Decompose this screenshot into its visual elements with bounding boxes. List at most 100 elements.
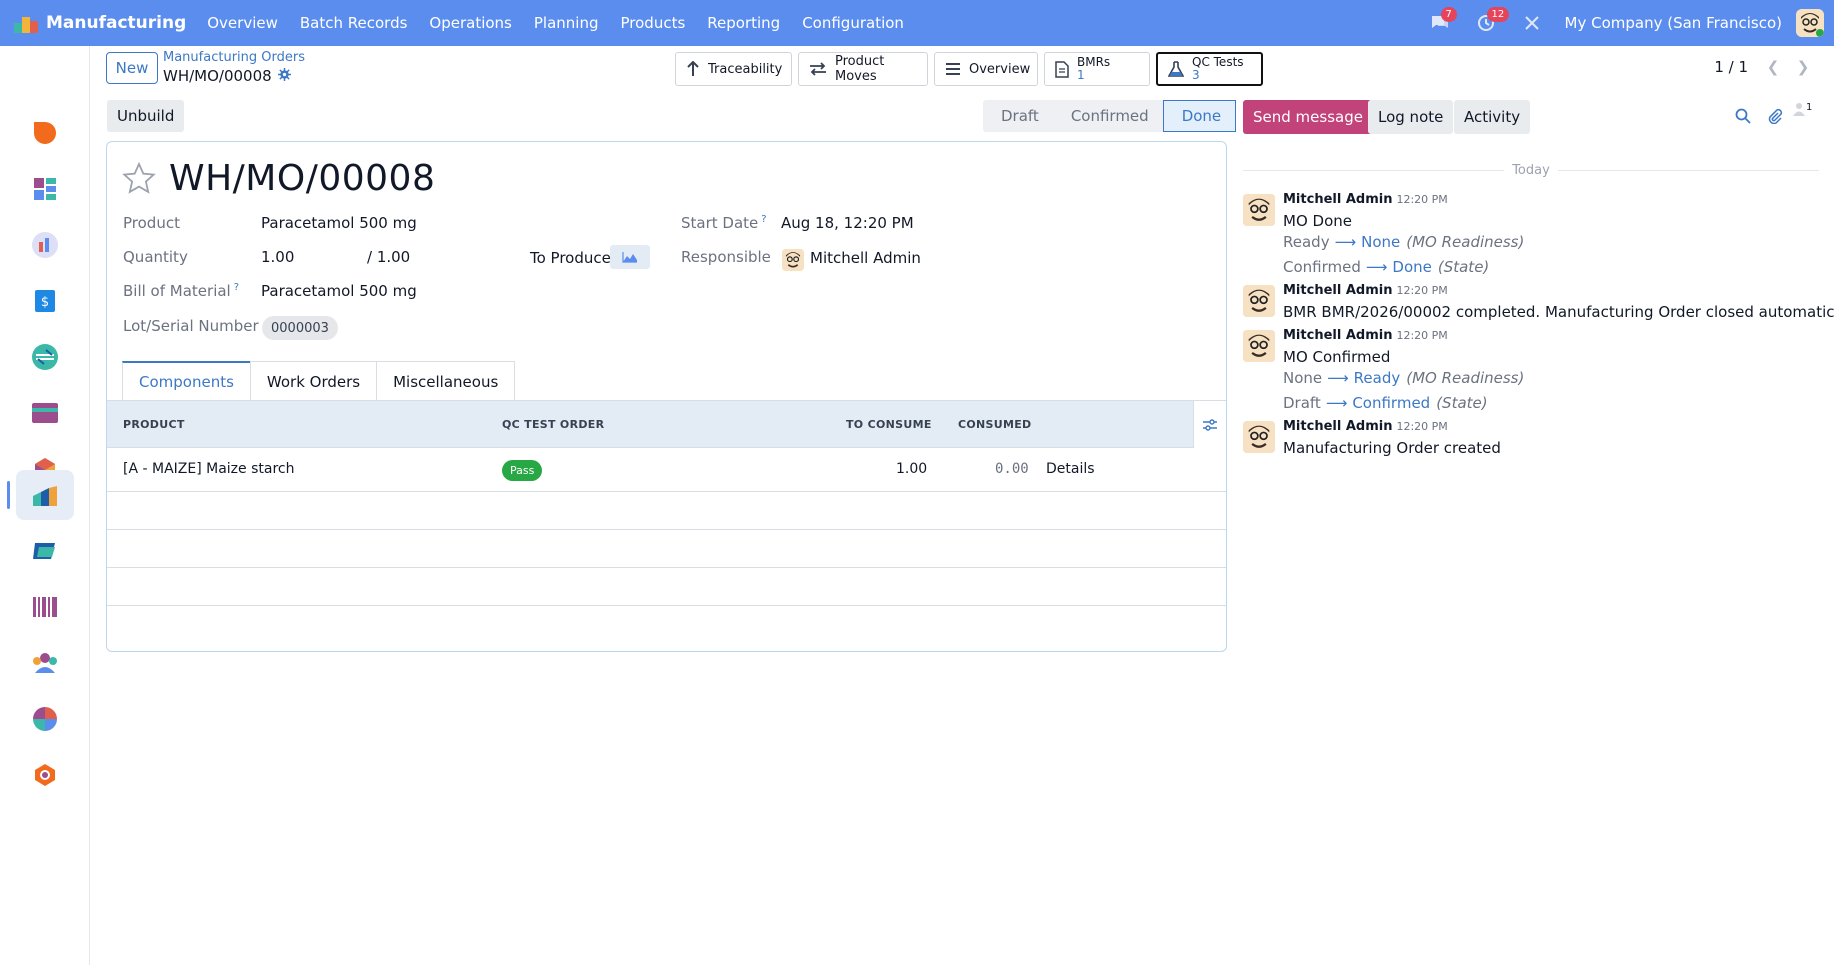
send-message-button[interactable]: Send message — [1243, 100, 1373, 134]
active-app-indicator — [7, 481, 10, 509]
status-confirmed[interactable]: Confirmed — [1052, 100, 1163, 132]
lot-badge[interactable]: 0000003 — [262, 316, 338, 340]
breadcrumb-manufacturing-orders[interactable]: Manufacturing Orders — [163, 50, 305, 65]
start-date-help-icon[interactable]: ? — [761, 214, 766, 225]
new-button[interactable]: New — [106, 52, 158, 84]
status-bar: Draft Confirmed Done — [983, 100, 1237, 132]
message-author-name[interactable]: Mitchell Admin — [1283, 419, 1392, 434]
svg-text:$: $ — [41, 295, 49, 310]
pager-previous-icon[interactable]: ❮ — [1758, 58, 1788, 76]
menu-planning[interactable]: Planning — [534, 14, 599, 32]
message-avatar[interactable] — [1243, 285, 1275, 317]
user-avatar[interactable] — [1796, 9, 1824, 37]
message-author-name[interactable]: Mitchell Admin — [1283, 192, 1392, 207]
start-date-value[interactable]: Aug 18, 12:20 PM — [781, 214, 914, 232]
message-avatar[interactable] — [1243, 194, 1275, 226]
quantity-label: Quantity — [123, 248, 188, 266]
message-author-name[interactable]: Mitchell Admin — [1283, 328, 1392, 343]
overview-button[interactable]: Overview — [934, 52, 1038, 86]
tab-miscellaneous[interactable]: Miscellaneous — [376, 361, 516, 401]
row-consumed[interactable]: 0.00 — [995, 461, 1029, 477]
arrow-right-icon: ⟶ — [1325, 394, 1348, 412]
bmrs-button[interactable]: BMRs 1 — [1044, 52, 1150, 86]
star-icon[interactable] — [122, 161, 156, 198]
app-brand[interactable]: Manufacturing — [14, 13, 186, 33]
tab-work-orders[interactable]: Work Orders — [249, 361, 378, 401]
app-employees-icon[interactable] — [16, 638, 74, 688]
followers-count: 1 — [1806, 102, 1813, 113]
message-author[interactable]: Mitchell Admin 12:20 PM — [1283, 283, 1448, 298]
apps-sidebar: $ — [0, 46, 90, 965]
message-avatar[interactable] — [1243, 330, 1275, 362]
app-reporting-icon[interactable] — [16, 694, 74, 744]
app-invoicing-icon[interactable]: $ — [16, 276, 74, 326]
app-barcode-icon[interactable] — [16, 582, 74, 632]
app-discuss-icon[interactable] — [16, 108, 74, 158]
qc-tests-button[interactable]: QC Tests 3 — [1156, 52, 1263, 86]
unbuild-button[interactable]: Unbuild — [107, 100, 185, 132]
search-icon[interactable] — [1735, 108, 1751, 128]
tracking-field: (State) — [1436, 394, 1488, 412]
column-consumed[interactable]: CONSUMED — [958, 418, 1031, 431]
menu-operations[interactable]: Operations — [429, 14, 511, 32]
tracking-old: None — [1283, 369, 1323, 387]
app-sync-icon[interactable] — [16, 332, 74, 382]
product-value[interactable]: Paracetamol 500 mg — [261, 214, 417, 232]
table-row[interactable]: [A - MAIZE] Maize starch Pass 1.00 0.00 … — [107, 448, 1226, 492]
message-author[interactable]: Mitchell Admin 12:20 PM — [1283, 328, 1448, 343]
column-qc-test-order[interactable]: QC TEST ORDER — [502, 418, 604, 431]
optional-columns-icon[interactable] — [1193, 401, 1226, 448]
app-payments-icon[interactable] — [16, 388, 74, 438]
overview-label: Overview — [969, 61, 1031, 77]
lot-label: Lot/Serial Number — [123, 317, 259, 335]
activity-clock-icon[interactable]: 12 — [1473, 7, 1510, 36]
status-done[interactable]: Done — [1162, 100, 1237, 132]
menu-overview[interactable]: Overview — [207, 14, 278, 32]
menu-configuration[interactable]: Configuration — [802, 14, 904, 32]
document-icon — [1055, 60, 1069, 78]
app-purchase-icon[interactable] — [16, 526, 74, 576]
menu-products[interactable]: Products — [621, 14, 686, 32]
app-manufacturing-icon[interactable] — [16, 470, 74, 520]
row-details-button[interactable]: Details — [1046, 461, 1095, 477]
column-to-consume[interactable]: TO CONSUME — [846, 418, 932, 431]
app-quality-icon[interactable] — [16, 220, 74, 270]
followers-icon[interactable]: 1 — [1793, 102, 1812, 116]
message-avatar[interactable] — [1243, 421, 1275, 453]
quantity-total: / 1.00 — [367, 248, 411, 266]
bom-value[interactable]: Paracetamol 500 mg — [261, 282, 417, 300]
pager-value[interactable]: 1 / 1 — [1714, 58, 1748, 76]
paperclip-icon[interactable] — [1767, 108, 1783, 128]
menu-batch-records[interactable]: Batch Records — [300, 14, 408, 32]
record-title: WH/MO/00008 — [169, 158, 436, 199]
pager-next-icon[interactable]: ❯ — [1788, 58, 1818, 76]
start-date-label-text: Start Date — [681, 214, 759, 232]
arrow-up-icon — [686, 61, 700, 77]
message-author[interactable]: Mitchell Admin 12:20 PM — [1283, 192, 1448, 207]
bmrs-stack: BMRs 1 — [1077, 56, 1110, 82]
menu-reporting[interactable]: Reporting — [707, 14, 780, 32]
product-moves-button[interactable]: Product Moves — [798, 52, 928, 86]
gear-icon[interactable] — [277, 67, 291, 85]
app-apps-icon[interactable] — [16, 750, 74, 800]
company-switcher[interactable]: My Company (San Francisco) — [1565, 14, 1782, 32]
app-dashboard-icon[interactable] — [16, 164, 74, 214]
tracking-line: Ready ⟶ None (MO Readiness) — [1283, 233, 1524, 251]
debug-tools-icon[interactable] — [1519, 10, 1545, 36]
traceability-button[interactable]: Traceability — [675, 52, 792, 86]
responsible-value[interactable]: Mitchell Admin — [810, 249, 921, 267]
tab-components[interactable]: Components — [122, 361, 251, 401]
messaging-icon[interactable]: 7 — [1427, 7, 1457, 36]
bmrs-count: 1 — [1077, 68, 1085, 82]
message-author-name[interactable]: Mitchell Admin — [1283, 283, 1392, 298]
row-product[interactable]: [A - MAIZE] Maize starch — [123, 461, 294, 477]
forecast-chart-icon[interactable] — [610, 245, 650, 269]
row-to-consume[interactable]: 1.00 — [896, 461, 927, 477]
quantity-value[interactable]: 1.00 — [261, 248, 294, 266]
activity-button[interactable]: Activity — [1454, 100, 1531, 134]
column-product[interactable]: PRODUCT — [123, 418, 185, 431]
bom-help-icon[interactable]: ? — [234, 282, 239, 293]
message-author[interactable]: Mitchell Admin 12:20 PM — [1283, 419, 1448, 434]
log-note-button[interactable]: Log note — [1368, 100, 1454, 134]
status-draft[interactable]: Draft — [983, 100, 1053, 132]
